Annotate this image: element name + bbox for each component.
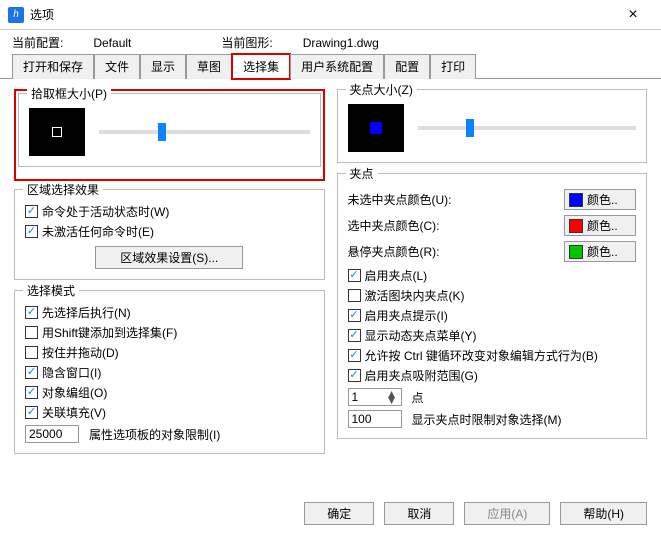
- grip-slider[interactable]: [418, 126, 637, 130]
- grip-range-input[interactable]: 1▲▼: [348, 388, 402, 406]
- current-drawing-label: 当前图形:: [221, 36, 272, 50]
- spinner-icon[interactable]: ▲▼: [386, 391, 398, 403]
- unsel-swatch: [569, 193, 583, 207]
- grip-title: 夹点: [346, 165, 378, 182]
- unsel-grip-color-button[interactable]: 颜色..: [564, 189, 636, 210]
- hover-grip-color-button[interactable]: 颜色..: [564, 241, 636, 262]
- chk-mode-shift[interactable]: [25, 326, 38, 339]
- chk-mode-assoc-label: 关联填充(V): [42, 404, 106, 421]
- tab-bar: 打开和保存 文件 显示 草图 选择集 用户系统配置 配置 打印: [0, 53, 661, 79]
- chk-mode-drag-label: 按住并拖动(D): [42, 344, 119, 361]
- window-title: 选项: [30, 6, 613, 23]
- cancel-button[interactable]: 取消: [384, 502, 454, 525]
- chk-mode-drag[interactable]: [25, 346, 38, 359]
- tab-select[interactable]: 选择集: [232, 54, 290, 79]
- chk-dyn-menu-label: 显示动态夹点菜单(Y): [365, 327, 477, 344]
- tab-config[interactable]: 配置: [384, 54, 430, 79]
- chk-ctrl-cycle-label: 允许按 Ctrl 键循环改变对象编辑方式行为(B): [365, 347, 598, 364]
- grip-group: 夹点 未选中夹点颜色(U):颜色.. 选中夹点颜色(C):颜色.. 悬停夹点颜色…: [337, 173, 648, 439]
- chk-mode-pre-label: 先选择后执行(N): [42, 304, 131, 321]
- chk-enable-grip-label: 启用夹点(L): [365, 267, 428, 284]
- region-effect-group: 区域选择效果 ✓命令处于活动状态时(W) ✓未激活任何命令时(E) 区域效果设置…: [14, 189, 325, 280]
- chk-mode-shift-label: 用Shift键添加到选择集(F): [42, 324, 177, 341]
- help-button[interactable]: 帮助(H): [560, 502, 647, 525]
- grip-limit-input[interactable]: 100: [348, 410, 402, 428]
- sel-grip-label: 选中夹点颜色(C):: [348, 217, 555, 234]
- grip-preview: [348, 104, 404, 152]
- ok-button[interactable]: 确定: [304, 502, 374, 525]
- chk-region-inactive[interactable]: ✓: [25, 225, 38, 238]
- region-effect-title: 区域选择效果: [23, 181, 103, 198]
- pickbox-preview: [29, 108, 85, 156]
- app-icon: h: [8, 7, 24, 23]
- chk-mode-assoc[interactable]: ✓: [25, 406, 38, 419]
- chk-ctrl-cycle[interactable]: ✓: [348, 349, 361, 362]
- grip-size-label: 夹点大小(Z): [346, 81, 417, 98]
- chk-enable-block[interactable]: [348, 289, 361, 302]
- current-config-value: Default: [93, 36, 131, 50]
- chk-mode-pre[interactable]: ✓: [25, 306, 38, 319]
- footer-buttons: 确定 取消 应用(A) 帮助(H): [304, 502, 647, 525]
- tab-print[interactable]: 打印: [430, 54, 476, 79]
- select-mode-title: 选择模式: [23, 282, 79, 299]
- chk-region-inactive-label: 未激活任何命令时(E): [42, 223, 154, 240]
- tab-file[interactable]: 文件: [94, 54, 140, 79]
- apply-button[interactable]: 应用(A): [464, 502, 550, 525]
- grip-size-group: 夹点大小(Z): [337, 89, 648, 163]
- grip-limit-label: 显示夹点时限制对象选择(M): [412, 411, 562, 428]
- tab-draft[interactable]: 草图: [186, 54, 232, 79]
- chk-mode-implied[interactable]: ✓: [25, 366, 38, 379]
- grip-range-unit: 点: [412, 389, 424, 406]
- chk-region-active[interactable]: ✓: [25, 205, 38, 218]
- current-drawing-value: Drawing1.dwg: [303, 36, 379, 50]
- select-mode-group: 选择模式 ✓先选择后执行(N) 用Shift键添加到选择集(F) 按住并拖动(D…: [14, 290, 325, 454]
- chk-mode-implied-label: 隐含窗口(I): [42, 364, 101, 381]
- pickbox-size-label: 拾取框大小(P): [27, 85, 111, 102]
- chk-grip-range-label: 启用夹点吸附范围(G): [365, 367, 478, 384]
- chk-dyn-menu[interactable]: ✓: [348, 329, 361, 342]
- region-settings-button[interactable]: 区域效果设置(S)...: [95, 246, 243, 269]
- unsel-grip-label: 未选中夹点颜色(U):: [348, 191, 555, 208]
- chk-region-active-label: 命令处于活动状态时(W): [42, 203, 169, 220]
- mode-limit-label: 属性选项板的对象限制(I): [89, 426, 220, 443]
- hover-swatch: [569, 245, 583, 259]
- chk-mode-objgrp[interactable]: ✓: [25, 386, 38, 399]
- titlebar: h 选项 ×: [0, 0, 661, 30]
- config-info-row: 当前配置: Default 当前图形: Drawing1.dwg: [0, 30, 661, 53]
- chk-enable-tip[interactable]: ✓: [348, 309, 361, 322]
- tab-open-save[interactable]: 打开和保存: [12, 54, 94, 79]
- chk-enable-grip[interactable]: ✓: [348, 269, 361, 282]
- hover-grip-label: 悬停夹点颜色(R):: [348, 243, 555, 260]
- tab-display[interactable]: 显示: [140, 54, 186, 79]
- chk-enable-tip-label: 启用夹点提示(I): [365, 307, 448, 324]
- close-icon[interactable]: ×: [613, 0, 653, 30]
- chk-enable-block-label: 激活图块内夹点(K): [365, 287, 465, 304]
- mode-limit-input[interactable]: 25000: [25, 425, 79, 443]
- chk-mode-objgrp-label: 对象编组(O): [42, 384, 107, 401]
- sel-grip-color-button[interactable]: 颜色..: [564, 215, 636, 236]
- chk-grip-range[interactable]: ✓: [348, 369, 361, 382]
- sel-swatch: [569, 219, 583, 233]
- tab-user-sys[interactable]: 用户系统配置: [290, 54, 384, 79]
- pickbox-slider[interactable]: [99, 130, 310, 134]
- current-config-label: 当前配置:: [12, 36, 63, 50]
- pickbox-highlight: 拾取框大小(P): [14, 89, 325, 181]
